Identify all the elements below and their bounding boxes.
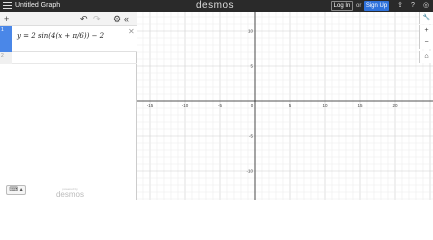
- share-icon[interactable]: ⇪: [396, 2, 404, 10]
- graph-canvas[interactable]: -15 -10 -5 0 5 10 15 20105-5-10: [137, 12, 433, 200]
- graph-settings-button[interactable]: 🔧: [419, 12, 433, 24]
- expression-tab: 2: [0, 52, 12, 64]
- expression-formula[interactable]: y = 2 sin(4(x + π/6)) − 2: [17, 32, 104, 40]
- y-tick-label: -5: [249, 134, 253, 139]
- home-zoom-button[interactable]: ⌂: [419, 51, 433, 63]
- expression-panel: + ↶ ↷ ⚙ « 1 y = 2 sin(4(x + π/6)) − 2 ✕ …: [0, 12, 137, 200]
- undo-icon[interactable]: ↶: [80, 13, 88, 25]
- x-tick-label: -5: [218, 103, 222, 108]
- collapse-panel-icon[interactable]: «: [124, 13, 129, 25]
- x-tick-label: -15: [147, 103, 154, 108]
- x-tick-label: -10: [182, 103, 189, 108]
- or-label: or: [356, 3, 362, 9]
- signup-button[interactable]: Sign Up: [364, 1, 389, 11]
- expression-index: 2: [1, 53, 4, 59]
- zoom-out-button[interactable]: −: [419, 37, 433, 49]
- empty-expression-row[interactable]: 2: [0, 52, 137, 64]
- keyboard-toggle-button[interactable]: ⌨ ▴: [6, 185, 26, 195]
- login-button[interactable]: Log In: [331, 1, 353, 11]
- globe-icon[interactable]: ◎: [422, 2, 430, 10]
- x-tick-label: 15: [357, 103, 363, 108]
- expression-index: 1: [1, 27, 4, 33]
- delete-expression-icon[interactable]: ✕: [128, 28, 135, 36]
- powered-by-desmos[interactable]: powered by desmos: [52, 187, 88, 199]
- graph-title[interactable]: Untitled Graph: [15, 1, 60, 11]
- help-icon[interactable]: ?: [409, 2, 417, 10]
- x-tick-label: 10: [322, 103, 328, 108]
- x-tick-label: 0: [251, 103, 254, 108]
- desmos-logo: desmos: [55, 190, 84, 199]
- top-bar: Untitled Graph desmos Log In or Sign Up …: [0, 0, 433, 12]
- x-tick-label: 5: [289, 103, 292, 108]
- expression-color-tab[interactable]: 1: [0, 26, 12, 52]
- y-tick-label: 10: [248, 29, 254, 34]
- menu-icon[interactable]: [3, 2, 12, 10]
- redo-icon[interactable]: ↷: [93, 13, 101, 25]
- zoom-in-button[interactable]: +: [419, 25, 433, 37]
- expression-row[interactable]: 1 y = 2 sin(4(x + π/6)) − 2 ✕: [0, 26, 137, 52]
- add-expression-button[interactable]: +: [4, 13, 9, 25]
- graph-paper[interactable]: -15 -10 -5 0 5 10 15 20 10 5 -5 -10: [137, 12, 433, 200]
- settings-icon[interactable]: ⚙: [113, 13, 121, 25]
- y-tick-label: -10: [246, 169, 253, 174]
- expression-toolbar: + ↶ ↷ ⚙ «: [0, 12, 137, 26]
- x-tick-label: 20: [392, 103, 398, 108]
- desmos-brand: desmos: [196, 0, 235, 11]
